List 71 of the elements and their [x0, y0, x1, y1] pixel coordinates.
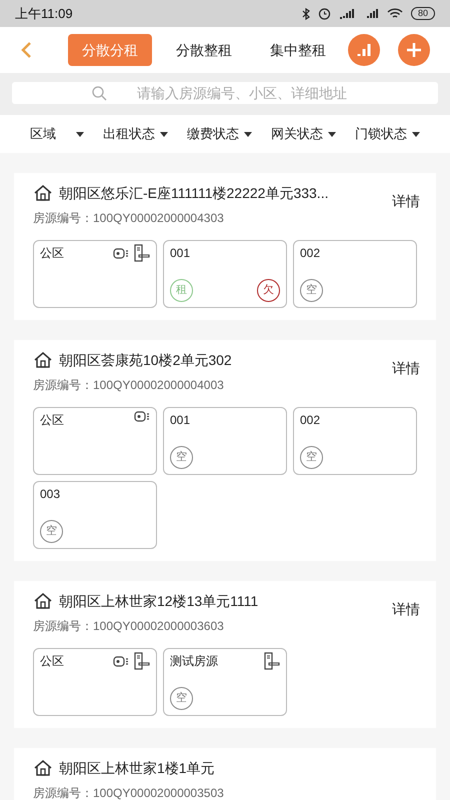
status-tag: 租 [170, 279, 193, 302]
bar-chart-icon [357, 44, 371, 56]
status-tag: 空 [300, 446, 323, 469]
filter-dropdown[interactable]: 出租状态 [103, 124, 168, 144]
caret-icon [76, 132, 84, 136]
room-tile[interactable]: 001 空 [163, 407, 287, 475]
house-icon [33, 592, 53, 610]
caret-icon [244, 132, 252, 136]
room-name: 003 [40, 486, 60, 503]
property-code: 房源编号：100QY00002000004303 [33, 210, 225, 227]
status-tag: 欠 [257, 279, 280, 302]
alarm-icon [318, 7, 331, 20]
gateway-icon [113, 248, 129, 258]
door-lock-icon [134, 244, 150, 262]
caret-icon [328, 132, 336, 136]
details-link[interactable]: 详情 [392, 191, 420, 212]
property-address: 朝阳区上林世家12楼13单元1111 [59, 592, 258, 610]
caret-icon [412, 132, 420, 136]
battery-level: 80 [410, 7, 435, 20]
room-name: 001 [170, 245, 190, 262]
search-icon [92, 86, 107, 101]
wifi-icon [386, 8, 403, 20]
house-icon [33, 351, 53, 369]
signal-icon [338, 8, 355, 19]
caret-icon [160, 132, 168, 136]
house-icon [33, 184, 53, 202]
room-name: 公区 [40, 245, 64, 262]
room-tile[interactable]: 002 空 [293, 240, 417, 308]
room-name: 公区 [40, 653, 64, 670]
room-tile[interactable]: 公区 [33, 648, 157, 716]
door-lock-icon [134, 652, 150, 670]
room-tile[interactable]: 001 租 欠 [163, 240, 287, 308]
room-tile[interactable]: 测试房源 空 [163, 648, 287, 716]
room-tile[interactable]: 002 空 [293, 407, 417, 475]
filter-dropdown[interactable]: 网关状态 [271, 124, 336, 144]
property-code: 房源编号：100QY00002000004003 [33, 377, 225, 394]
room-tile[interactable]: 003 空 [33, 481, 157, 549]
details-link[interactable]: 详情 [392, 599, 420, 620]
property-code: 房源编号：100QY00002000003503 [33, 785, 224, 800]
back-icon[interactable] [20, 41, 32, 59]
plus-icon [406, 42, 422, 58]
chart-button[interactable] [348, 34, 380, 66]
filter-dropdown[interactable]: 区域 [30, 124, 84, 144]
room-name: 002 [300, 412, 320, 429]
status-tag: 空 [40, 520, 63, 543]
room-name: 001 [170, 412, 190, 429]
gateway-icon [113, 656, 129, 666]
room-tile[interactable]: 公区 [33, 407, 157, 475]
house-icon [33, 759, 53, 777]
property-address: 朝阳区上林世家1楼1单元 [59, 758, 215, 778]
room-tile[interactable]: 公区 [33, 240, 157, 308]
status-tag: 空 [170, 446, 193, 469]
door-lock-icon [264, 652, 280, 670]
status-time: 上午11:09 [15, 4, 73, 23]
status-tag: 空 [300, 279, 323, 302]
add-button[interactable] [398, 34, 430, 66]
room-name: 公区 [40, 412, 64, 429]
filter-dropdown[interactable]: 缴费状态 [187, 124, 252, 144]
property-code: 房源编号：100QY00002000003603 [33, 618, 225, 635]
filter-dropdown[interactable]: 门锁状态 [355, 124, 420, 144]
status-tag: 空 [170, 687, 193, 710]
property-address: 朝阳区荟康苑10楼2单元302 [59, 350, 232, 370]
tab[interactable]: 分散整租 [162, 34, 246, 66]
details-link[interactable]: 详情 [392, 358, 420, 379]
room-name: 002 [300, 245, 320, 262]
tab[interactable]: 集中整租 [256, 34, 340, 66]
property-address: 朝阳区悠乐汇-E座111111楼22222单元333... [59, 184, 328, 202]
search-field[interactable]: 请输入房源编号、小区、详细地址 [12, 82, 438, 104]
bluetooth-icon [302, 8, 310, 20]
room-name: 测试房源 [170, 653, 218, 670]
gateway-icon [134, 411, 150, 422]
